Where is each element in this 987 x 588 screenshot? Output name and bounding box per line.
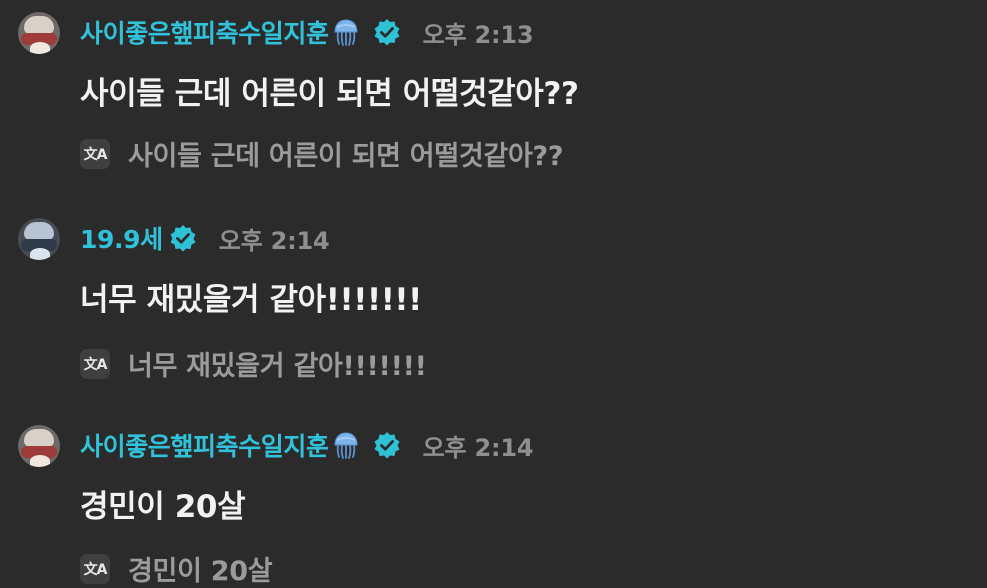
message-text: 너무 재밌을거 같아!!!!!!! (80, 282, 422, 318)
message-text: 경민이 20살 (80, 489, 246, 525)
translation-row: 文A 너무 재밌을거 같아!!!!!!! (80, 344, 427, 383)
translation-text: 경민이 20살 (128, 556, 273, 587)
message-header: 사이좋은햎피축수일지훈 오후 2:13 (80, 12, 534, 52)
translation-text: 사이들 근데 어른이 되면 어떨것같아?? (128, 141, 564, 172)
message-header: 사이좋은햎피축수일지훈 오후 2:14 (80, 425, 534, 465)
verified-badge-icon (170, 225, 196, 252)
timestamp: 오후 2:14 (218, 226, 330, 255)
message-header: 19.9세 오후 2:14 (80, 218, 330, 258)
username[interactable]: 사이좋은햎피축수일지훈 (80, 427, 329, 463)
avatar[interactable] (18, 218, 60, 260)
timestamp: 오후 2:13 (422, 20, 534, 49)
username[interactable]: 19.9세 (80, 220, 163, 256)
jellyfish-icon (334, 19, 358, 46)
verified-badge-icon (374, 432, 400, 459)
translation-row: 文A 경민이 20살 (80, 549, 273, 588)
timestamp: 오후 2:14 (422, 433, 534, 462)
jellyfish-icon (334, 432, 358, 459)
avatar[interactable] (18, 425, 60, 467)
translation-row: 文A 사이들 근데 어른이 되면 어떨것같아?? (80, 134, 564, 173)
avatar[interactable] (18, 12, 60, 54)
translate-icon[interactable]: 文A (80, 553, 110, 584)
verified-badge-icon (374, 19, 400, 46)
message-text: 사이들 근데 어른이 되면 어떨것같아?? (80, 76, 579, 112)
translation-text: 너무 재밌을거 같아!!!!!!! (128, 351, 427, 382)
translate-icon[interactable]: 文A (80, 348, 110, 379)
translate-icon[interactable]: 文A (80, 138, 110, 169)
username[interactable]: 사이좋은햎피축수일지훈 (80, 14, 329, 50)
